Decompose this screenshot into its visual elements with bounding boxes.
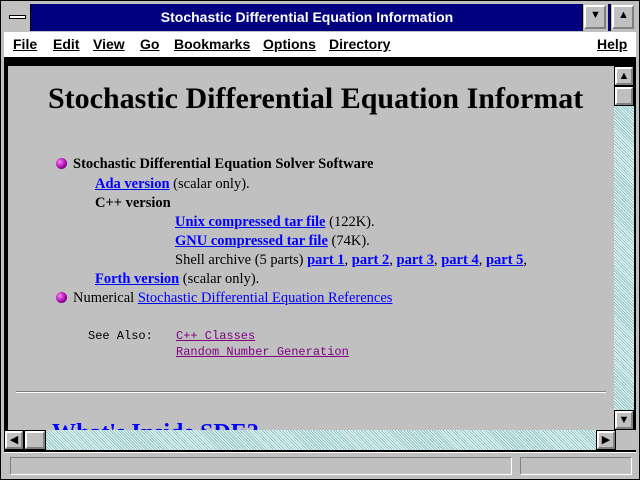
references-item: Numerical Stochastic Differential Equati… [73, 290, 392, 307]
scroll-up-button[interactable]: ▲ [614, 66, 634, 86]
ada-item: Ada version (scalar only). [95, 176, 250, 193]
see-also-random-number-link[interactable]: Random Number Generation [168, 345, 357, 359]
bullet-icon [56, 158, 67, 169]
arrow-left-icon: ◀ [9, 434, 19, 446]
gnu-item: GNU compressed tar file (74K). [175, 233, 370, 250]
status-message [10, 457, 512, 475]
vertical-scrollbar[interactable]: ▲ ▼ [614, 66, 634, 430]
page-title: Stochastic Differential Equation Informa… [48, 82, 584, 115]
part-1-link[interactable]: part 1 [307, 252, 344, 268]
part-5-link[interactable]: part 5 [486, 252, 523, 268]
system-menu-button[interactable] [4, 4, 31, 31]
maximize-icon: ▲ [618, 9, 629, 21]
gnu-tar-link[interactable]: GNU compressed tar file [175, 233, 328, 249]
part-2-link[interactable]: part 2 [352, 252, 389, 268]
cpp-heading: C++ version [95, 195, 171, 211]
title-bar: Stochastic Differential Equation Informa… [4, 4, 636, 31]
menu-edit[interactable]: Edit [53, 36, 79, 52]
menu-bar: File Edit View Go Bookmarks Options Dire… [4, 32, 636, 58]
part-4-link[interactable]: part 4 [441, 252, 478, 268]
menu-go[interactable]: Go [140, 36, 159, 52]
menu-directory[interactable]: Directory [329, 36, 390, 52]
gnu-size: (74K). [331, 233, 370, 249]
status-bar [4, 452, 636, 477]
forth-note: (scalar only). [182, 271, 260, 287]
status-progress [520, 457, 632, 475]
vertical-scroll-thumb[interactable] [614, 86, 634, 106]
menu-view[interactable]: View [93, 36, 125, 52]
part-3-link[interactable]: part 3 [397, 252, 434, 268]
scroll-left-button[interactable]: ◀ [4, 430, 24, 450]
vertical-scroll-track[interactable] [614, 86, 634, 410]
maximize-button[interactable]: ▲ [610, 4, 636, 31]
arrow-right-icon: ▶ [601, 434, 611, 446]
scroll-right-button[interactable]: ▶ [596, 430, 616, 450]
horizontal-scroll-track[interactable] [24, 430, 596, 450]
scrollbar-corner [616, 430, 636, 450]
menu-bookmarks[interactable]: Bookmarks [174, 36, 250, 52]
see-also-cpp-classes-link[interactable]: C++ Classes [168, 329, 263, 343]
arrow-up-icon: ▲ [618, 70, 630, 82]
see-also-label: See Also: [88, 329, 153, 343]
ada-version-link[interactable]: Ada version [95, 176, 170, 192]
section-heading-cut-off[interactable]: What's Inside SDE? [52, 420, 259, 430]
page-content: Stochastic Differential Equation Informa… [8, 66, 614, 430]
unix-size: (122K). [329, 214, 375, 230]
references-link[interactable]: Stochastic Differential Equation Referen… [138, 290, 393, 306]
forth-item: Forth version (scalar only). [95, 271, 259, 288]
software-heading: Stochastic Differential Equation Solver … [73, 156, 374, 172]
ada-note: (scalar only). [173, 176, 250, 192]
horizontal-scrollbar[interactable]: ◀ ▶ [4, 430, 616, 450]
minimize-icon: ▼ [590, 9, 601, 21]
unix-tar-link[interactable]: Unix compressed tar file [175, 214, 326, 230]
menu-options[interactable]: Options [263, 36, 316, 52]
horizontal-scroll-thumb[interactable] [24, 430, 46, 450]
arrow-down-icon: ▼ [618, 414, 630, 426]
shell-archive-label: Shell archive (5 parts) [175, 252, 304, 268]
menu-file[interactable]: File [13, 36, 37, 52]
numerical-label: Numerical [73, 290, 135, 306]
unix-item: Unix compressed tar file (122K). [175, 214, 375, 231]
forth-version-link[interactable]: Forth version [95, 271, 179, 287]
bullet-icon [56, 292, 67, 303]
shell-archive-item: Shell archive (5 parts) part 1, part 2, … [175, 252, 528, 268]
minimize-button[interactable]: ▼ [582, 4, 608, 31]
horizontal-rule [16, 391, 606, 393]
window-title: Stochastic Differential Equation Informa… [160, 9, 454, 25]
scroll-down-button[interactable]: ▼ [614, 410, 634, 430]
menu-help[interactable]: Help [597, 36, 627, 52]
system-menu-icon [9, 15, 26, 19]
